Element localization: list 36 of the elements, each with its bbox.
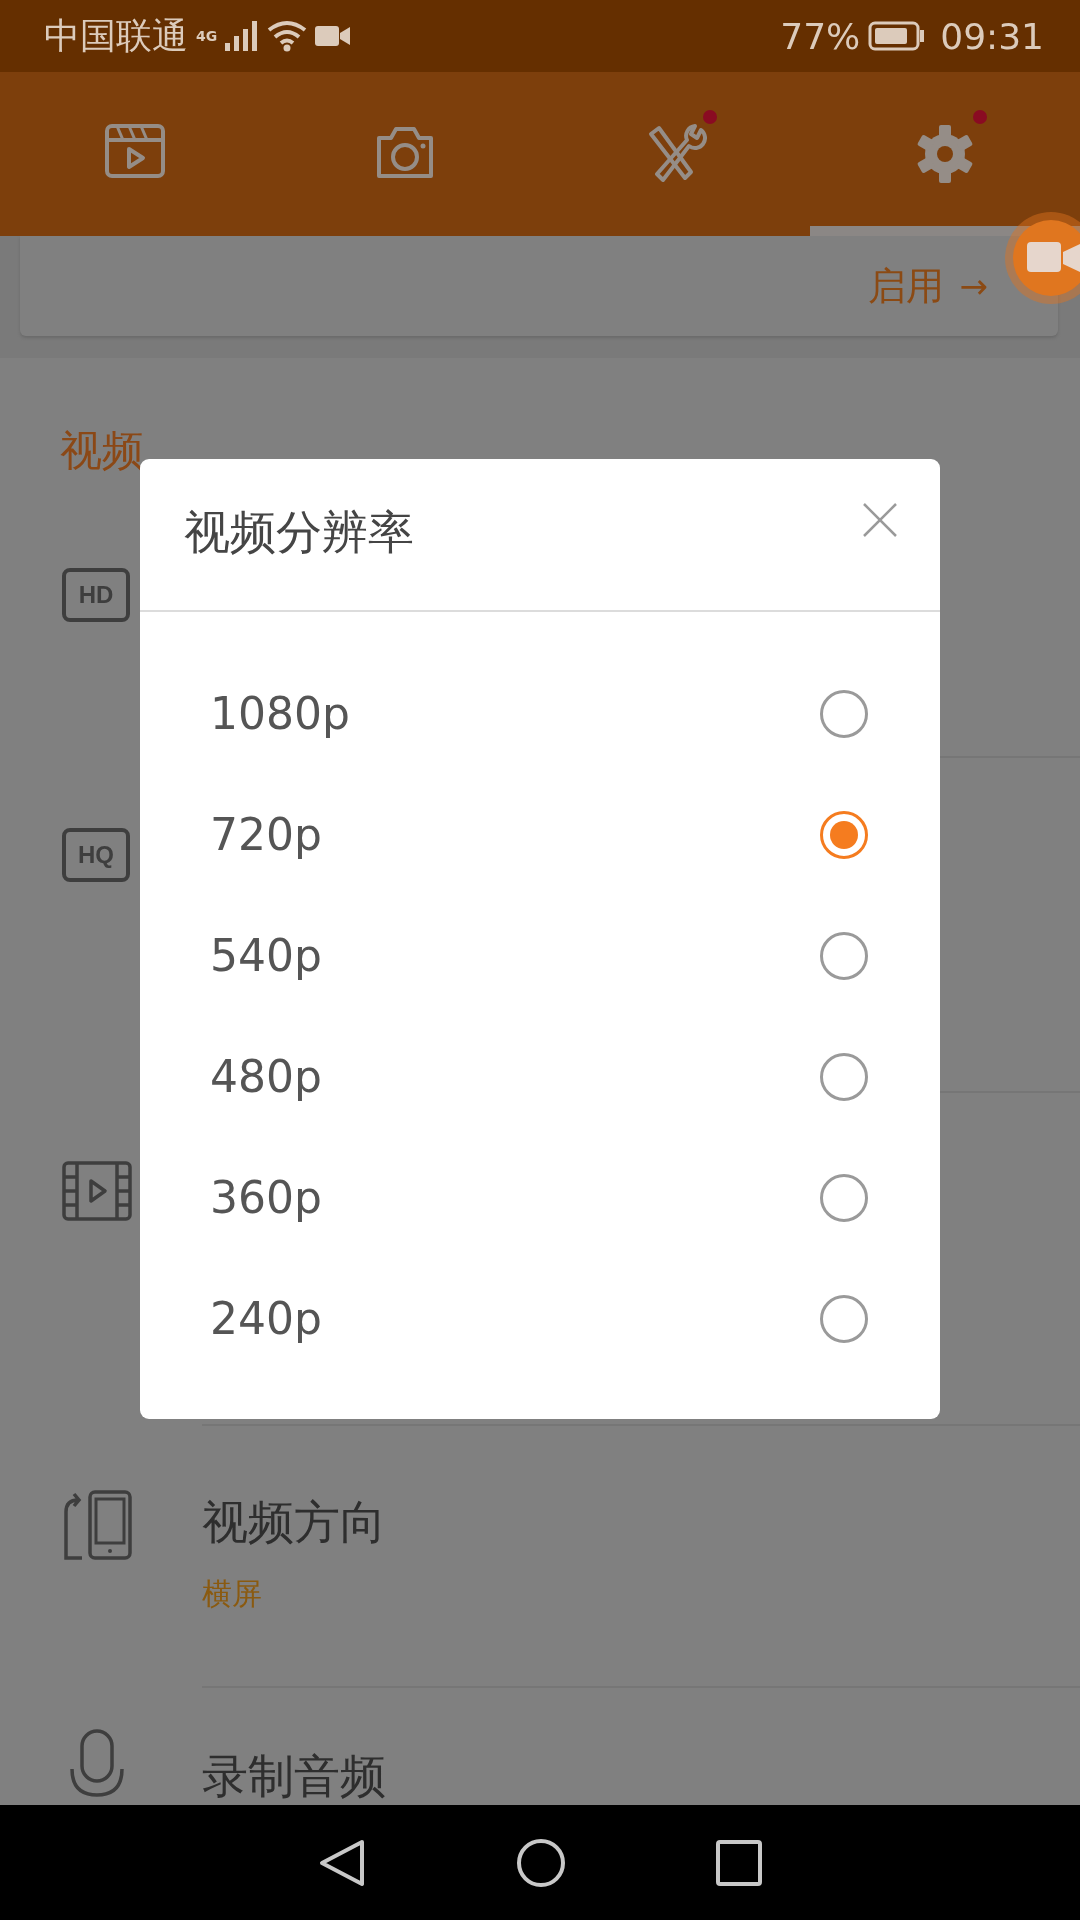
option-label: 480p [210, 1051, 322, 1102]
home-button[interactable] [516, 1837, 566, 1888]
option-label: 360p [210, 1172, 322, 1223]
network-type: 4G [196, 27, 218, 44]
close-button[interactable] [862, 501, 898, 538]
battery-percent: 77% [780, 15, 861, 57]
option-label: 720p [210, 809, 322, 860]
section-title: 视频 [60, 426, 144, 475]
film-icon [62, 1161, 132, 1221]
arrow-glyph: → [959, 266, 988, 306]
radio-button[interactable] [820, 931, 868, 980]
radio-button[interactable] [820, 1052, 868, 1101]
phone-rotate-icon [62, 1490, 132, 1560]
setting-title: 录制音频 [202, 1748, 386, 1805]
floating-record-button[interactable] [1005, 212, 1080, 304]
signal-icon [225, 21, 260, 51]
dialog-title: 视频分辨率 [184, 504, 414, 561]
battery-icon [868, 21, 927, 51]
carrier-name: 中国联通 [44, 13, 188, 58]
option-label: 1080p [210, 688, 350, 739]
clock-time: 09:31 [940, 15, 1044, 57]
wifi-icon [267, 20, 308, 52]
enable-link[interactable]: 启用 [867, 260, 944, 312]
hd-icon: HD [62, 568, 130, 622]
recents-button[interactable] [716, 1839, 762, 1886]
setting-value: 横屏 [202, 1575, 262, 1613]
option-label: 240p [210, 1293, 322, 1344]
radio-button[interactable] [820, 689, 868, 738]
radio-button[interactable] [820, 1173, 868, 1222]
setting-title: 视频方向 [202, 1494, 386, 1551]
back-button[interactable] [318, 1837, 366, 1888]
option-label: 540p [210, 930, 322, 981]
hq-icon: HQ [62, 828, 130, 882]
radio-button[interactable] [820, 1294, 868, 1343]
radio-button[interactable] [820, 810, 868, 859]
video-camera-icon [315, 25, 352, 47]
